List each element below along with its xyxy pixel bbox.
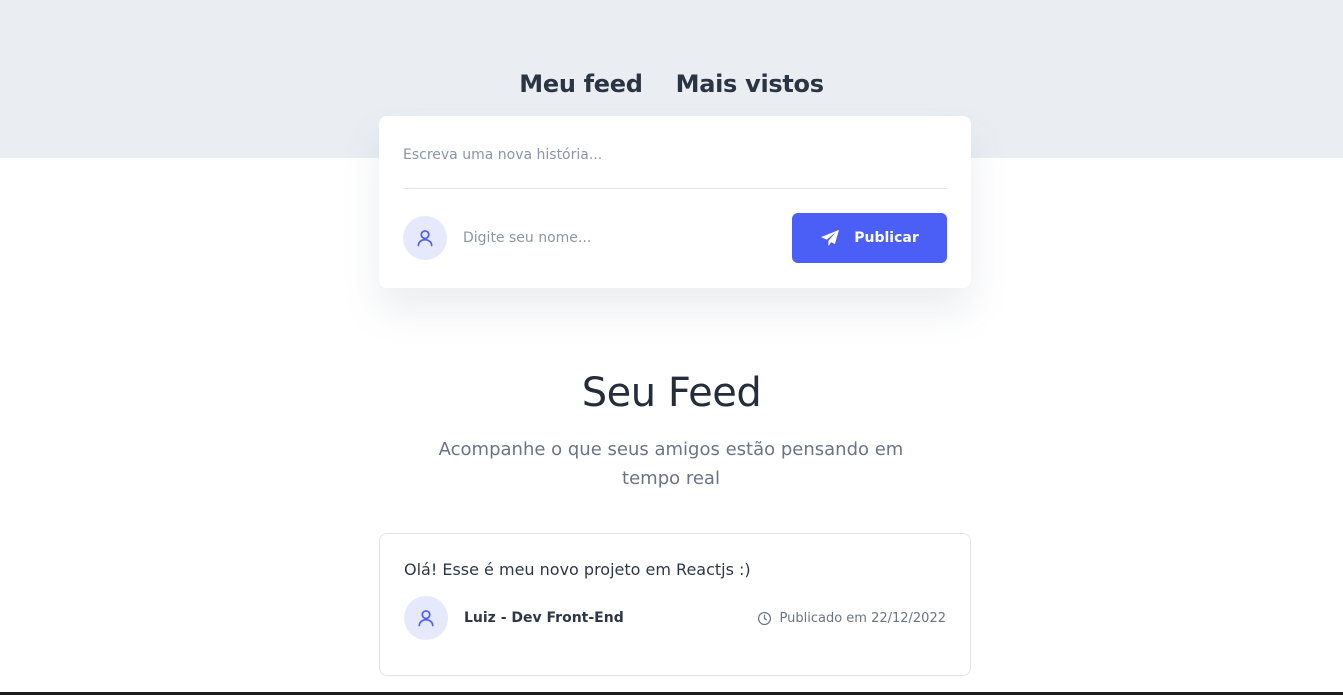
post-card: Olá! Esse é meu novo projeto em Reactjs … <box>379 533 971 676</box>
page: Meu feed Mais vistos Publicar Seu Feed A… <box>0 0 1343 695</box>
page-title: Seu Feed <box>581 370 762 416</box>
post-date: Publicado em 22/12/2022 <box>757 610 947 626</box>
clock-icon <box>757 611 771 625</box>
page-subtitle: Acompanhe o que seus amigos estão pensan… <box>438 439 904 489</box>
publish-button[interactable]: Publicar <box>792 213 947 263</box>
send-icon <box>821 229 840 247</box>
post-text: Olá! Esse é meu novo projeto em Reactjs … <box>404 560 751 579</box>
post-author: Luiz - Dev Front-End <box>464 610 624 626</box>
user-icon <box>417 230 433 247</box>
post-date-text: Publicado em 22/12/2022 <box>779 610 947 626</box>
post-composer: Publicar <box>379 116 971 288</box>
tab-mais-vistos[interactable]: Mais vistos <box>676 68 824 100</box>
publish-button-label: Publicar <box>854 230 919 246</box>
avatar <box>403 216 447 260</box>
author-avatar <box>404 596 448 640</box>
composer-footer: Publicar <box>403 189 947 287</box>
post-footer: Luiz - Dev Front-End Publicado em 22/12/… <box>404 596 946 640</box>
story-input[interactable] <box>403 116 947 189</box>
feed-tabs: Meu feed Mais vistos <box>0 68 1343 100</box>
tab-meu-feed[interactable]: Meu feed <box>519 68 643 100</box>
user-icon <box>418 610 434 627</box>
name-input[interactable] <box>463 218 792 258</box>
